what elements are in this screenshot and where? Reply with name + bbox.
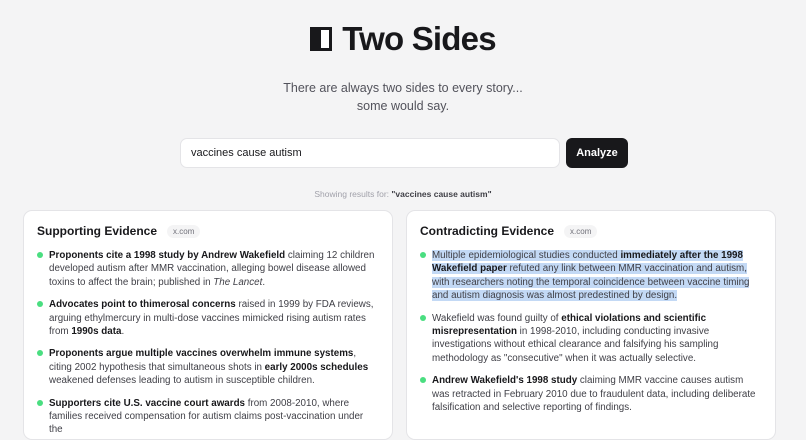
bullet-dot-icon [420,377,426,384]
evidence-item: Advocates point to thimerosal concerns r… [37,298,379,338]
evidence-tail: . [121,326,125,338]
evidence-emphasis: Andrew Wakefield's 1998 study [432,375,578,387]
bullet-dot-icon [37,350,43,357]
contradicting-evidence-card: Contradicting Evidence x.com Multiple ep… [406,210,776,440]
evidence-list: Multiple epidemiological studies conduct… [420,249,762,414]
search-bar: Analyze [180,138,628,168]
evidence-list: Proponents cite a 1998 study by Andrew W… [37,249,379,437]
supporting-evidence-card: Supporting Evidence x.com Proponents cit… [23,210,393,440]
card-title: Supporting Evidence [37,224,158,238]
evidence-italic: The Lancet [213,276,263,288]
bullet-dot-icon [37,252,43,258]
card-header: Contradicting Evidence x.com [420,224,762,238]
evidence-emphasis: early 2000s schedules [264,361,369,373]
results-prefix: Showing results for: [314,189,390,199]
card-title: Contradicting Evidence [420,224,555,238]
source-badge[interactable]: x.com [167,224,201,238]
evidence-text: Multiple epidemiological studies conduct… [432,250,621,261]
selected-text[interactable]: Multiple epidemiological studies conduct… [432,250,750,302]
evidence-item: Multiple epidemiological studies conduct… [420,249,762,303]
evidence-lead: Advocates point to thimerosal concerns [49,299,236,311]
card-header: Supporting Evidence x.com [37,224,379,238]
evidence-tail: weakened defenses leading to autism in s… [49,375,315,387]
evidence-lead: Proponents argue multiple vaccines overw… [49,348,354,360]
evidence-item: Andrew Wakefield's 1998 study claiming M… [420,374,762,414]
tagline: There are always two sides to every stor… [0,79,806,115]
bullet-dot-icon [37,399,43,406]
two-sides-logo-icon [310,27,333,51]
source-badge[interactable]: x.com [564,224,598,238]
app-title: Two Sides [342,20,496,57]
tagline-line-2: some would say. [356,99,450,113]
app-header: Two Sides [0,20,806,58]
bullet-dot-icon [37,301,43,308]
results-query: "vaccines cause autism" [391,189,492,199]
evidence-emphasis: 1990s data [71,326,122,338]
evidence-item: Supporters cite U.S. vaccine court award… [37,397,379,437]
evidence-tail: . [262,276,266,288]
bullet-dot-icon [420,252,426,258]
evidence-text: Wakefield was found guilty of [432,312,562,324]
results-summary: Showing results for: "vaccines cause aut… [0,189,806,199]
evidence-item: Proponents argue multiple vaccines overw… [37,347,379,387]
evidence-lead: Proponents cite a 1998 study by Andrew W… [49,250,286,261]
evidence-item: Wakefield was found guilty of ethical vi… [420,312,762,366]
analyze-button[interactable]: Analyze [566,138,628,168]
search-input[interactable] [180,138,560,168]
bullet-dot-icon [420,314,426,321]
tagline-line-1: There are always two sides to every stor… [283,81,523,95]
evidence-item: Proponents cite a 1998 study by Andrew W… [37,249,379,289]
evidence-lead: Supporters cite U.S. vaccine court award… [49,397,246,409]
